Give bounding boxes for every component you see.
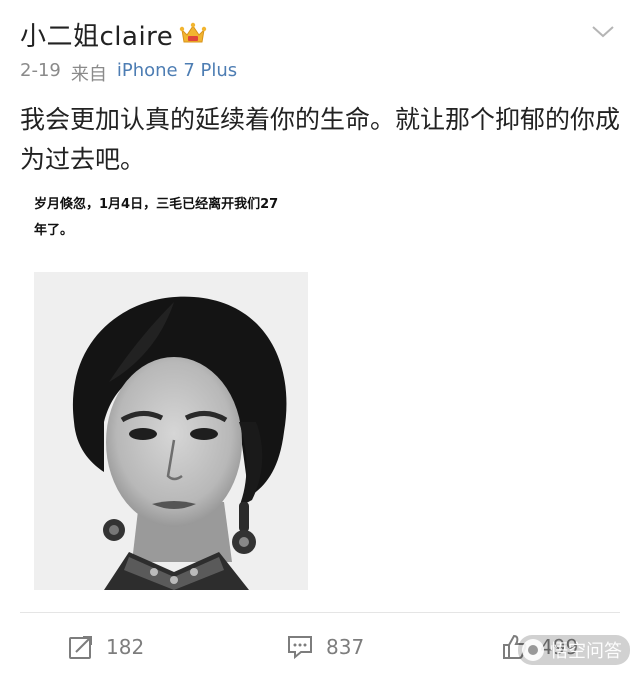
post-header: 小二姐claire 2-19 来自 iPhone 7 Plus	[20, 14, 620, 94]
comment-button[interactable]: 837	[286, 625, 364, 669]
chevron-down-icon[interactable]	[590, 22, 616, 42]
comment-icon	[286, 634, 314, 660]
user-name[interactable]: 小二姐claire	[20, 16, 173, 53]
user-name-row: 小二姐claire	[20, 14, 620, 54]
repost-icon	[68, 634, 94, 660]
post-text: 我会更加认真的延续着你的生命。就让那个抑郁的你成为过去吧。	[20, 105, 621, 174]
embedded-line-1: 岁月倏忽，1月4日，三毛已经离开我们27	[34, 197, 279, 212]
post-date: 2-19	[20, 60, 61, 81]
source-device-link[interactable]: iPhone 7 Plus	[117, 60, 237, 86]
repost-button[interactable]: 182	[68, 625, 144, 669]
divider	[20, 612, 620, 613]
portrait-photo[interactable]	[34, 272, 308, 590]
comment-count: 837	[326, 635, 365, 659]
embedded-text: 岁月倏忽，1月4日，三毛已经离开我们27 年了。	[34, 192, 310, 244]
watermark-text: 悟空问答	[550, 641, 622, 662]
embedded-line-2: 年了。	[34, 223, 74, 238]
watermark: 悟空问答	[518, 635, 630, 665]
post-meta: 2-19 来自 iPhone 7 Plus	[20, 60, 620, 86]
source-prefix: 来自	[70, 64, 107, 85]
repost-count: 182	[106, 635, 145, 659]
crown-icon	[179, 22, 207, 46]
wukong-logo-icon	[522, 639, 544, 661]
